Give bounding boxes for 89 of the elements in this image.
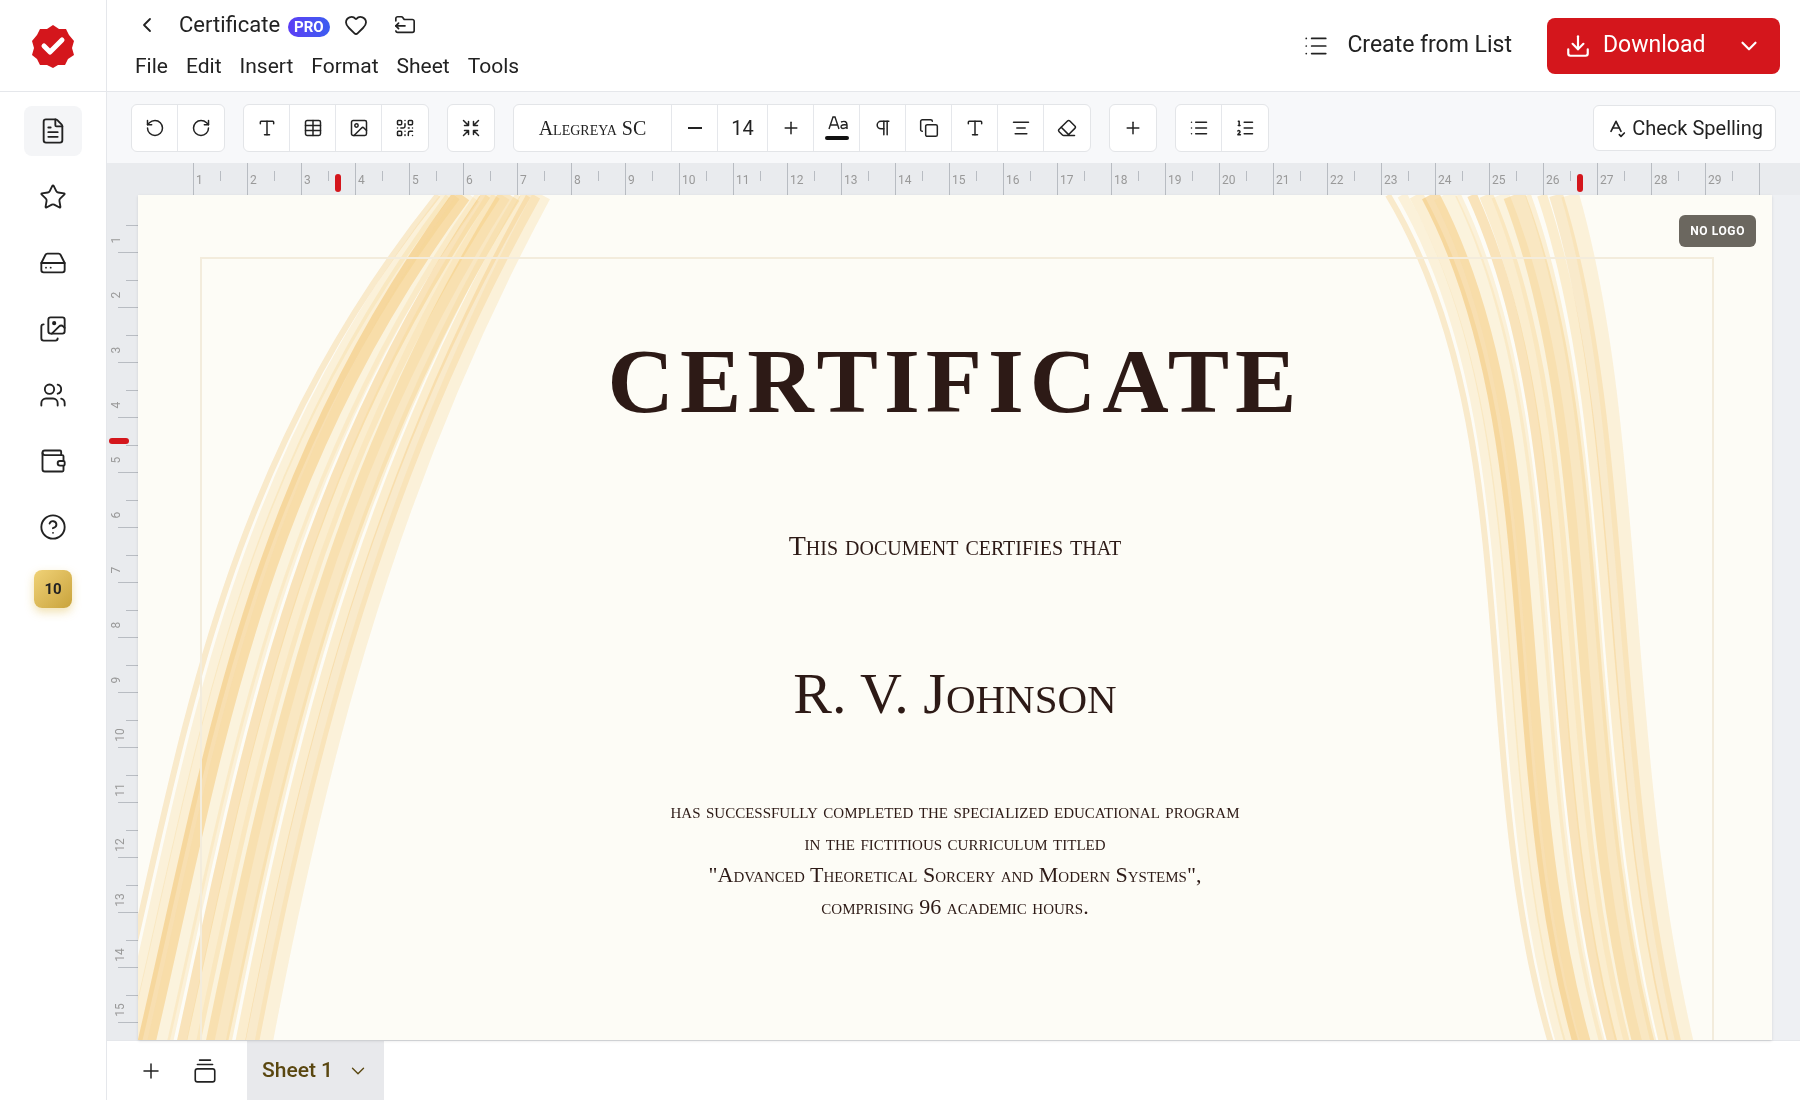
ruler-marker[interactable] [335, 174, 341, 192]
images-icon [39, 315, 67, 343]
no-logo-badge[interactable]: NO LOGO [1679, 215, 1756, 247]
ruler-number: 14 [113, 948, 126, 962]
ruler-number: 29 [1708, 174, 1722, 186]
ruler-number: 3 [110, 346, 123, 354]
ruler-number: 12 [790, 174, 804, 186]
ruler-number: 10 [682, 174, 696, 186]
ruler-number: 8 [110, 621, 123, 629]
recipient-name: R. V. Johnson [793, 665, 1117, 723]
ruler-number: 4 [110, 401, 123, 409]
shadow-icon [918, 117, 939, 138]
check-spelling-button[interactable]: Check Spelling [1593, 104, 1776, 151]
ruler-number: 23 [1384, 174, 1398, 186]
document-title: Certificate [179, 11, 281, 40]
ruler-number: 1 [110, 236, 123, 244]
ruler-number: 27 [1600, 174, 1614, 186]
ruler-number: 26 [1546, 174, 1560, 186]
ruler-marker[interactable] [1577, 174, 1583, 192]
certificate-body-line: comprising 96 academic hours. [821, 893, 1089, 921]
ruler-number: 22 [1330, 174, 1344, 186]
certificate-body-line: has successfully completed the specialized educational program [670, 797, 1240, 825]
ruler-number: 18 [1114, 174, 1128, 186]
font-size-field[interactable]: 14 [718, 104, 768, 151]
ruler-number: 21 [1276, 174, 1290, 186]
ruler-number: 9 [110, 676, 123, 684]
image-icon [348, 117, 369, 138]
ruler-number: 6 [110, 511, 123, 519]
qr-code-icon [395, 117, 415, 138]
coins-badge[interactable]: 10 [34, 570, 72, 608]
ruler-number: 15 [952, 174, 966, 186]
ruler-number: 2 [110, 291, 123, 299]
ruler-marker[interactable] [109, 438, 129, 444]
ruler-number: 2 [250, 174, 257, 186]
undo-icon [144, 117, 165, 138]
ruler-number: 15 [113, 1003, 126, 1017]
wallet-icon [39, 447, 67, 475]
ruler-number: 5 [412, 174, 419, 186]
ruler-number: 1 [196, 174, 203, 186]
minus-icon [687, 126, 702, 129]
download-button[interactable]: Download [1547, 17, 1780, 74]
ruler-number: 8 [574, 174, 581, 186]
menu-item[interactable]: Tools [467, 51, 520, 83]
ruler-number: 9 [628, 174, 635, 186]
ruler-number: 5 [110, 456, 123, 464]
ruler-number: 13 [844, 174, 858, 186]
font-dropdown[interactable]: Alegreya SC [514, 104, 672, 151]
ruler-number: 3 [304, 174, 311, 186]
download-icon [1565, 32, 1591, 59]
table-icon [302, 117, 323, 138]
ruler-number: 19 [1168, 174, 1182, 186]
menu-item[interactable]: Edit [185, 51, 222, 83]
menu-item[interactable]: Insert [239, 51, 294, 83]
ruler-number: 24 [1438, 174, 1452, 186]
star-icon [39, 183, 67, 211]
pro-badge: PRO [288, 16, 330, 37]
ruler-number: 25 [1492, 174, 1506, 186]
ruler-number: 7 [110, 566, 123, 574]
ruler-number: 11 [736, 174, 750, 186]
certificate-body-line: "Advanced Theoretical Sorcery and Modern Systems", [708, 861, 1202, 889]
users-icon [39, 381, 67, 409]
ruler-number: 6 [466, 174, 473, 186]
share-folder-icon[interactable] [393, 13, 416, 36]
ruler-number: 10 [113, 728, 126, 742]
certificate-title: CERTIFICATE [607, 335, 1303, 427]
certificate-subtitle: This document certifies that [788, 532, 1122, 560]
ruler-number: 12 [113, 838, 126, 852]
menu-item[interactable]: Format [311, 51, 379, 83]
certificate-body-line: in the fictitious curriculum titled [804, 829, 1106, 857]
create-from-list-button[interactable]: Create from List [1293, 17, 1522, 74]
help-icon [39, 513, 67, 541]
ruler-number: 11 [113, 783, 126, 797]
shrink-icon [461, 117, 481, 138]
menu-item[interactable]: Sheet [396, 51, 450, 83]
ruler-number: 17 [1060, 174, 1074, 186]
ruler-number: 16 [1006, 174, 1020, 186]
ruler-number: 14 [898, 174, 912, 186]
menu-item[interactable]: File [135, 51, 168, 83]
ruler-number: 20 [1222, 174, 1236, 186]
sheet-tab[interactable]: Sheet 1 [247, 1041, 385, 1100]
ruler-number: 28 [1654, 174, 1668, 186]
ruler-number: 13 [113, 893, 126, 907]
redo-icon [191, 117, 211, 138]
logo-icon[interactable] [30, 22, 76, 69]
eraser-icon [1057, 117, 1077, 138]
ruler-number: 7 [520, 174, 527, 186]
stack-icon [192, 1057, 218, 1084]
ruler-number: 4 [358, 174, 365, 186]
sidebar-item[interactable] [24, 106, 82, 156]
